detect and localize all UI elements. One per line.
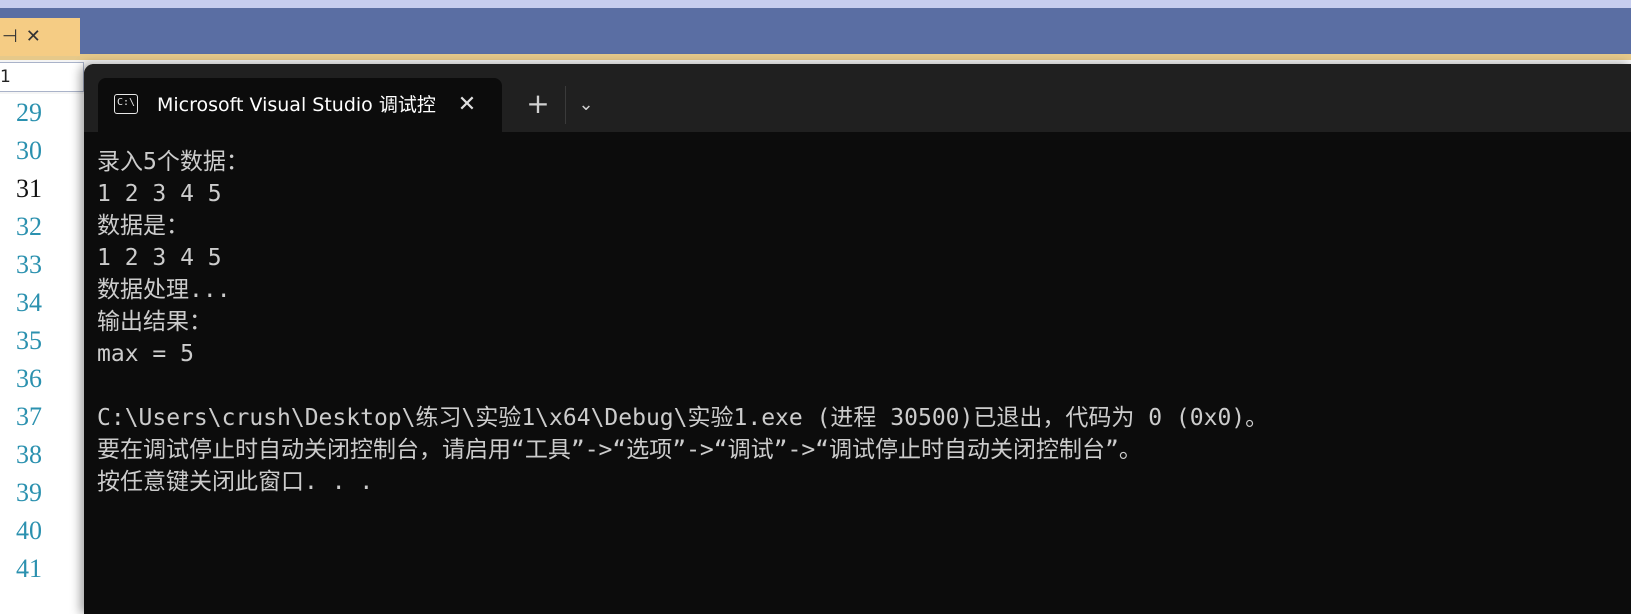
- terminal-tab[interactable]: C:\ Microsoft Visual Studio 调试控 ✕: [98, 78, 502, 132]
- line-number-gutter: 29 30 31 32 33 34 35 36 37 38 39 40 41: [0, 94, 84, 614]
- press-any-key-line: 按任意键关闭此窗口. . .: [97, 469, 374, 495]
- line-number: 36: [16, 364, 42, 393]
- chevron-down-icon[interactable]: ⌄: [571, 88, 601, 122]
- close-tab-icon[interactable]: ✕: [452, 90, 482, 120]
- output-line: 录入5个数据：: [97, 149, 249, 175]
- pin-icon[interactable]: ⊣: [2, 28, 18, 46]
- exit-status-line: C:\Users\crush\Desktop\练习\实验1\x64\Debug\…: [97, 405, 1269, 431]
- line-number-current: 31: [16, 174, 42, 203]
- line-number: 35: [16, 326, 42, 355]
- terminal-output[interactable]: 录入5个数据： 1 2 3 4 5 数据是： 1 2 3 4 5 数据处理...…: [84, 132, 1631, 614]
- vs-window-top: [0, 0, 1631, 8]
- output-line: max = 5: [97, 341, 194, 367]
- close-icon[interactable]: ✕: [26, 28, 41, 46]
- hint-line: 要在调试停止时自动关闭控制台，请启用“工具”->“选项”->“调试”->“调试停…: [97, 437, 1142, 463]
- line-number: 33: [16, 250, 42, 279]
- vs-document-tab[interactable]: ⊣ ✕: [0, 18, 80, 56]
- new-tab-button[interactable]: +: [520, 88, 556, 122]
- line-number: 34: [16, 288, 42, 317]
- terminal-tab-title: Microsoft Visual Studio 调试控: [157, 94, 436, 116]
- line-number: 38: [16, 440, 42, 469]
- line-number: 40: [16, 516, 42, 545]
- output-line: 数据是：: [97, 213, 189, 239]
- line-number: 39: [16, 478, 42, 507]
- debug-console-window[interactable]: C:\ Microsoft Visual Studio 调试控 ✕ + ⌄ 录入…: [84, 64, 1631, 614]
- terminal-title-bar[interactable]: C:\ Microsoft Visual Studio 调试控 ✕ + ⌄: [84, 64, 1631, 132]
- line-number: 41: [16, 554, 42, 583]
- line-number: 32: [16, 212, 42, 241]
- console-icon: C:\: [114, 94, 138, 114]
- tab-divider: [565, 86, 566, 124]
- output-line: 数据处理...: [97, 277, 231, 303]
- line-number: 37: [16, 402, 42, 431]
- output-line: 输出结果：: [97, 309, 212, 335]
- output-line: 1 2 3 4 5: [97, 181, 222, 207]
- line-number: 29: [16, 98, 42, 127]
- output-line: 1 2 3 4 5: [97, 245, 222, 271]
- line-number: 30: [16, 136, 42, 165]
- vs-scope-dropdown[interactable]: 1: [0, 62, 84, 92]
- vs-tab-well: [0, 8, 1631, 54]
